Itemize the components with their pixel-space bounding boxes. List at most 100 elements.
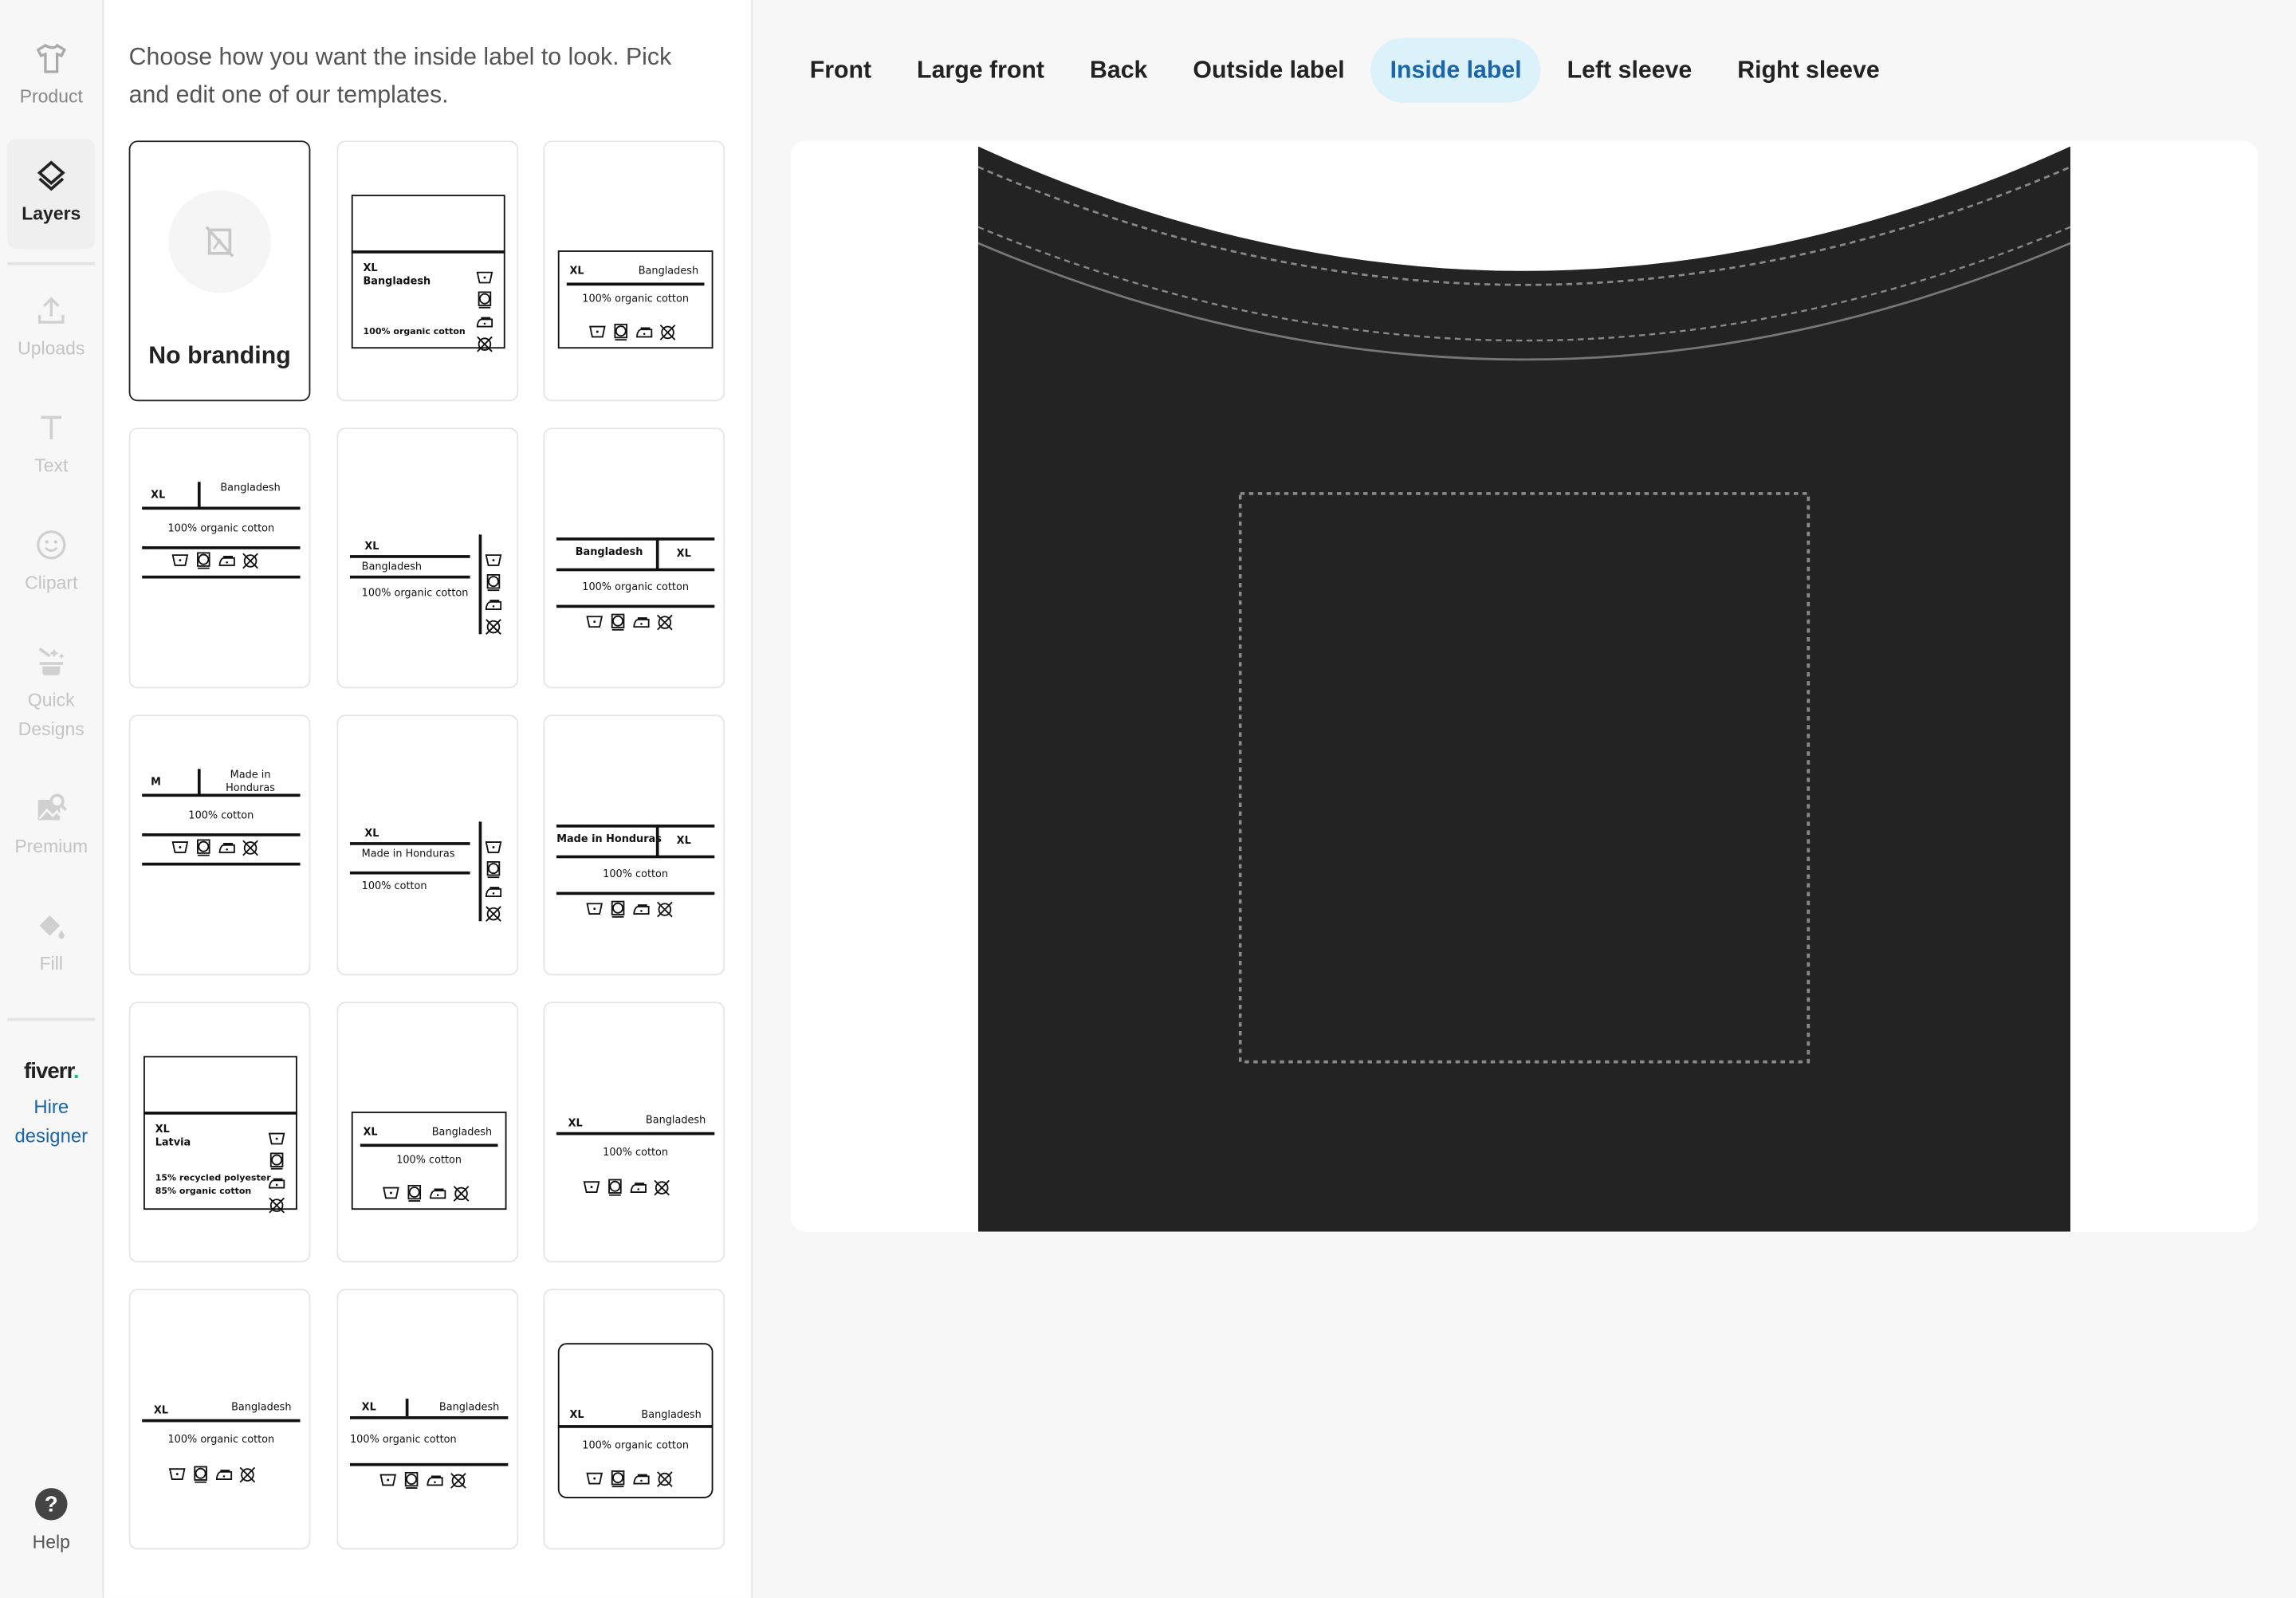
- label-template[interactable]: M Made in Honduras 100% cotton: [128, 714, 311, 976]
- no-dry-clean-icon: [242, 840, 258, 856]
- label-text: 100% organic cotton: [582, 581, 689, 593]
- label-template[interactable]: XL Bangladesh 100% cotton: [336, 1002, 519, 1263]
- sidebar-item-clipart[interactable]: Clipart: [7, 527, 95, 597]
- tumble-dry-icon: [486, 573, 501, 592]
- tab-right-sleeve[interactable]: Right sleeve: [1718, 38, 1898, 103]
- label-text: Bangladesh: [361, 561, 423, 573]
- iron-low-icon: [218, 556, 235, 566]
- label-rule: [349, 871, 470, 874]
- sidebar-item-layers[interactable]: Layers: [7, 139, 96, 250]
- tab-back[interactable]: Back: [1071, 38, 1166, 103]
- iron-low-icon: [633, 1474, 650, 1485]
- label-rule: [478, 534, 482, 635]
- sidebar-item-text[interactable]: Text: [7, 410, 95, 480]
- label-template[interactable]: XL Bangladesh 100% organic cotton: [336, 1289, 519, 1550]
- help-button[interactable]: ? Help: [7, 1486, 95, 1557]
- label-template[interactable]: Bangladesh XL 100% organic cotton: [543, 427, 725, 689]
- care-icons: [583, 1179, 670, 1197]
- template-no-branding[interactable]: No branding: [128, 140, 311, 402]
- label-rule: [556, 891, 715, 895]
- svg-text:?: ?: [45, 1491, 58, 1516]
- label-text: Bangladesh: [641, 1408, 702, 1421]
- label-rule: [556, 825, 715, 827]
- label-text: XL: [568, 1117, 583, 1130]
- sidebar-item-quick-designs[interactable]: Quick Designs: [7, 644, 95, 744]
- label-template[interactable]: XL Bangladesh 100% organic cotton: [543, 1289, 725, 1550]
- no-dry-clean-icon: [486, 906, 501, 922]
- tumble-dry-icon: [269, 1152, 284, 1170]
- label-text: 100% organic cotton: [361, 587, 469, 600]
- iron-low-icon: [476, 317, 493, 328]
- no-dry-clean-icon: [654, 1179, 670, 1196]
- hire-designer-button[interactable]: fiverr. Hire designer: [7, 1057, 95, 1151]
- label-rule: [349, 555, 470, 557]
- label-rule: [142, 546, 301, 549]
- no-dry-clean-icon: [242, 553, 258, 569]
- tumble-dry-icon: [611, 900, 625, 918]
- care-icons: [171, 552, 259, 569]
- no-image-badge: [168, 190, 271, 293]
- sidebar-item-product[interactable]: Product: [7, 41, 95, 111]
- label-template[interactable]: XL Bangladesh 100% organic cotton: [128, 1289, 311, 1550]
- no-dry-clean-icon: [450, 1473, 466, 1489]
- label-rule: [142, 793, 301, 797]
- text-icon: [41, 415, 62, 440]
- label-rule: [566, 282, 705, 285]
- label-text: Bangladesh: [231, 1401, 292, 1414]
- wash-30-icon: [171, 841, 189, 853]
- label-text: Bangladesh: [438, 1401, 500, 1414]
- tab-large-front[interactable]: Large front: [898, 38, 1063, 103]
- shirt-body: [977, 146, 2071, 1232]
- label-template[interactable]: XL Bangladesh 100% organic cotton: [128, 427, 311, 689]
- wash-30-icon: [476, 271, 493, 284]
- help-icon: ?: [35, 1488, 68, 1521]
- wash-30-icon: [171, 554, 189, 566]
- wash-30-icon: [168, 1468, 186, 1480]
- no-dry-clean-icon: [239, 1466, 256, 1483]
- label-rule: [349, 1416, 509, 1419]
- tumble-dry-icon: [611, 1470, 625, 1488]
- label-template[interactable]: Made in Honduras XL 100% cotton: [543, 714, 725, 976]
- iron-low-icon: [215, 1470, 233, 1480]
- fiverr-logo: fiverr.: [23, 1058, 79, 1084]
- label-template[interactable]: XL Bangladesh 100% organic cotton: [336, 427, 519, 689]
- paint-bucket-icon: [39, 915, 65, 939]
- tab-front[interactable]: Front: [791, 38, 890, 103]
- label-rule: [197, 769, 200, 796]
- sidebar-item-uploads[interactable]: Uploads: [7, 293, 95, 363]
- tab-left-sleeve[interactable]: Left sleeve: [1548, 38, 1711, 103]
- iron-low-icon: [485, 600, 502, 610]
- tumble-dry-icon: [194, 1466, 207, 1483]
- iron-low-icon: [630, 1183, 647, 1193]
- iron-low-icon: [269, 1178, 285, 1189]
- sidebar: Product Layers Uploads Text Clipart Quick Des…: [0, 0, 104, 1598]
- care-icons: [268, 1131, 285, 1214]
- care-icons: [586, 1470, 674, 1488]
- tab-inside-label[interactable]: Inside label: [1370, 37, 1541, 103]
- label-rule: [142, 1419, 301, 1422]
- tab-outside-label[interactable]: Outside label: [1174, 38, 1363, 103]
- help-label: Help: [32, 1532, 70, 1553]
- label-text: XL: [569, 1408, 584, 1421]
- label-rule: [405, 1399, 408, 1417]
- iron-low-icon: [633, 904, 650, 915]
- sidebar-item-label: Uploads: [18, 338, 85, 359]
- label-rule: [360, 1143, 498, 1147]
- label-template[interactable]: XL Bangladesh 100% organic cotton: [543, 140, 725, 402]
- label-rule: [556, 604, 715, 608]
- tumble-dry-icon: [478, 291, 492, 309]
- label-rule: [351, 250, 505, 253]
- sidebar-item-premium[interactable]: Premium: [7, 791, 95, 861]
- label-template[interactable]: XL Bangladesh 100% cotton: [543, 1002, 725, 1263]
- label-text: XL: [151, 489, 166, 502]
- label-template[interactable]: XL Latvia 15% recycled polyester 85% organi…: [128, 1002, 311, 1263]
- care-icons: [382, 1184, 470, 1202]
- label-template[interactable]: XL Bangladesh 100% organic cotton: [336, 140, 519, 402]
- label-text: Bangladesh: [431, 1126, 493, 1139]
- wash-30-icon: [268, 1132, 285, 1145]
- sidebar-item-label: Clipart: [25, 573, 78, 593]
- label-template[interactable]: XL Made in Honduras 100% cotton: [336, 714, 519, 976]
- sidebar-item-fill[interactable]: Fill: [7, 908, 95, 978]
- label-text: XL: [676, 834, 691, 847]
- label-text: XL: [153, 1404, 168, 1417]
